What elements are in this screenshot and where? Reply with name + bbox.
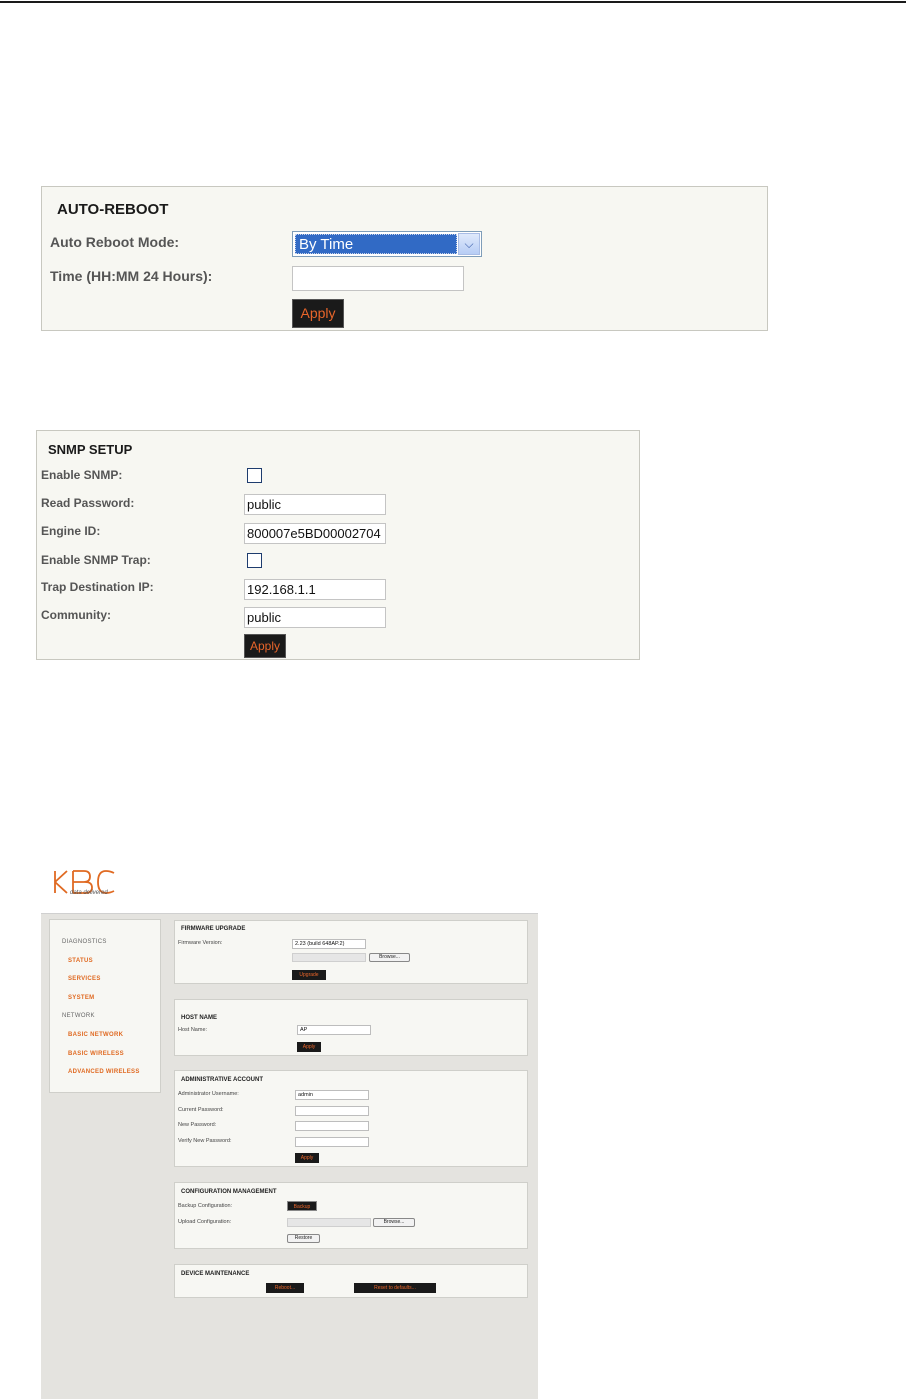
- verify-new-password-label: Verify New Password:: [178, 1138, 232, 1144]
- firmware-upgrade-title: FIRMWARE UPGRADE: [181, 926, 246, 932]
- enable-snmp-checkbox[interactable]: [247, 468, 262, 483]
- firmware-version-label: Firmware Version:: [178, 940, 223, 946]
- sidebar-item-system[interactable]: SYSTEM: [68, 995, 94, 1001]
- firmware-version-value: 2.23 (build 648AP.2): [292, 939, 366, 949]
- community-label: Community:: [41, 608, 111, 622]
- configuration-management-title: CONFIGURATION MANAGEMENT: [181, 1189, 277, 1195]
- current-password-input[interactable]: [295, 1106, 369, 1116]
- admin-apply-button[interactable]: Apply: [295, 1153, 319, 1163]
- snmp-setup-panel: SNMP SETUP Enable SNMP: Read Password: p…: [36, 430, 640, 660]
- host-name-apply-button[interactable]: Apply: [297, 1042, 321, 1052]
- configuration-management-panel: CONFIGURATION MANAGEMENT Backup Configur…: [174, 1182, 528, 1249]
- read-password-label: Read Password:: [41, 496, 135, 510]
- upload-file-input[interactable]: [287, 1218, 371, 1227]
- kbc-admin-screenshot: data delivered DIAGNOSTICS STATUS SERVIC…: [41, 857, 538, 1399]
- firmware-browse-button[interactable]: Browse...: [369, 953, 410, 962]
- trap-destination-ip-label: Trap Destination IP:: [41, 580, 154, 594]
- firmware-upgrade-button[interactable]: Upgrade: [292, 970, 326, 980]
- auto-reboot-panel: AUTO-REBOOT Auto Reboot Mode: Time (HH:M…: [41, 186, 768, 331]
- auto-reboot-mode-label: Auto Reboot Mode:: [50, 234, 180, 250]
- reboot-time-label: Time (HH:MM 24 Hours):: [50, 268, 213, 284]
- new-password-label: New Password:: [178, 1122, 217, 1128]
- reboot-button[interactable]: Reboot...: [266, 1283, 304, 1293]
- sidebar-item-advanced-wireless[interactable]: ADVANCED WIRELESS: [68, 1069, 140, 1075]
- host-name-input[interactable]: AP: [297, 1025, 371, 1035]
- device-maintenance-panel: DEVICE MAINTENANCE Reboot... Reset to de…: [174, 1264, 528, 1298]
- snmp-setup-title: SNMP SETUP: [48, 442, 133, 457]
- sidebar-item-basic-network[interactable]: BASIC NETWORK: [68, 1032, 123, 1038]
- admin-username-input[interactable]: admin: [295, 1090, 369, 1100]
- firmware-file-input[interactable]: [292, 953, 366, 962]
- auto-reboot-title: AUTO-REBOOT: [57, 201, 169, 218]
- enable-snmp-label: Enable SNMP:: [41, 468, 123, 482]
- read-password-input[interactable]: public: [244, 494, 386, 515]
- sidebar-item-status[interactable]: STATUS: [68, 958, 93, 964]
- auto-reboot-apply-button[interactable]: Apply: [292, 299, 344, 328]
- current-password-label: Current Password:: [178, 1107, 224, 1113]
- reset-to-defaults-button[interactable]: Reset to defaults...: [354, 1283, 436, 1293]
- engine-id-label: Engine ID:: [41, 524, 101, 538]
- upload-configuration-label: Upload Configuration:: [178, 1219, 232, 1225]
- snmp-apply-button[interactable]: Apply: [244, 634, 286, 658]
- kbc-sidebar: DIAGNOSTICS STATUS SERVICES SYSTEM NETWO…: [49, 919, 161, 1093]
- kbc-tagline: data delivered: [70, 890, 108, 896]
- host-name-label: Host Name:: [178, 1027, 208, 1033]
- backup-button[interactable]: Backup: [287, 1201, 317, 1211]
- backup-configuration-label: Backup Configuration:: [178, 1203, 233, 1209]
- host-name-panel: HOST NAME Host Name: AP Apply: [174, 999, 528, 1056]
- trap-destination-ip-input[interactable]: 192.168.1.1: [244, 579, 386, 600]
- auto-reboot-mode-select[interactable]: By Time ⌵: [292, 231, 482, 257]
- device-maintenance-title: DEVICE MAINTENANCE: [181, 1271, 250, 1277]
- page-top-rule: [0, 1, 906, 3]
- new-password-input[interactable]: [295, 1121, 369, 1131]
- sidebar-heading-network: NETWORK: [62, 1013, 95, 1019]
- enable-snmp-trap-checkbox[interactable]: [247, 553, 262, 568]
- kbc-header: data delivered: [41, 857, 538, 914]
- auto-reboot-mode-value: By Time: [295, 234, 457, 254]
- host-name-title: HOST NAME: [181, 1015, 217, 1021]
- engine-id-input[interactable]: 800007e5BD00002704: [244, 523, 386, 544]
- administrative-account-title: ADMINISTRATIVE ACCOUNT: [181, 1077, 263, 1083]
- sidebar-item-services[interactable]: SERVICES: [68, 976, 101, 982]
- chevron-down-icon[interactable]: ⌵: [458, 233, 480, 255]
- admin-username-label: Administrator Username:: [178, 1091, 239, 1097]
- reboot-time-input[interactable]: [292, 266, 464, 291]
- administrative-account-panel: ADMINISTRATIVE ACCOUNT Administrator Use…: [174, 1070, 528, 1167]
- sidebar-heading-diagnostics: DIAGNOSTICS: [62, 939, 107, 945]
- enable-snmp-trap-label: Enable SNMP Trap:: [41, 553, 151, 567]
- sidebar-item-basic-wireless[interactable]: BASIC WIRELESS: [68, 1051, 124, 1057]
- community-input[interactable]: public: [244, 607, 386, 628]
- verify-new-password-input[interactable]: [295, 1137, 369, 1147]
- restore-button[interactable]: Restore: [287, 1234, 320, 1243]
- firmware-upgrade-panel: FIRMWARE UPGRADE Firmware Version: 2.23 …: [174, 920, 528, 984]
- upload-browse-button[interactable]: Browse...: [373, 1218, 415, 1227]
